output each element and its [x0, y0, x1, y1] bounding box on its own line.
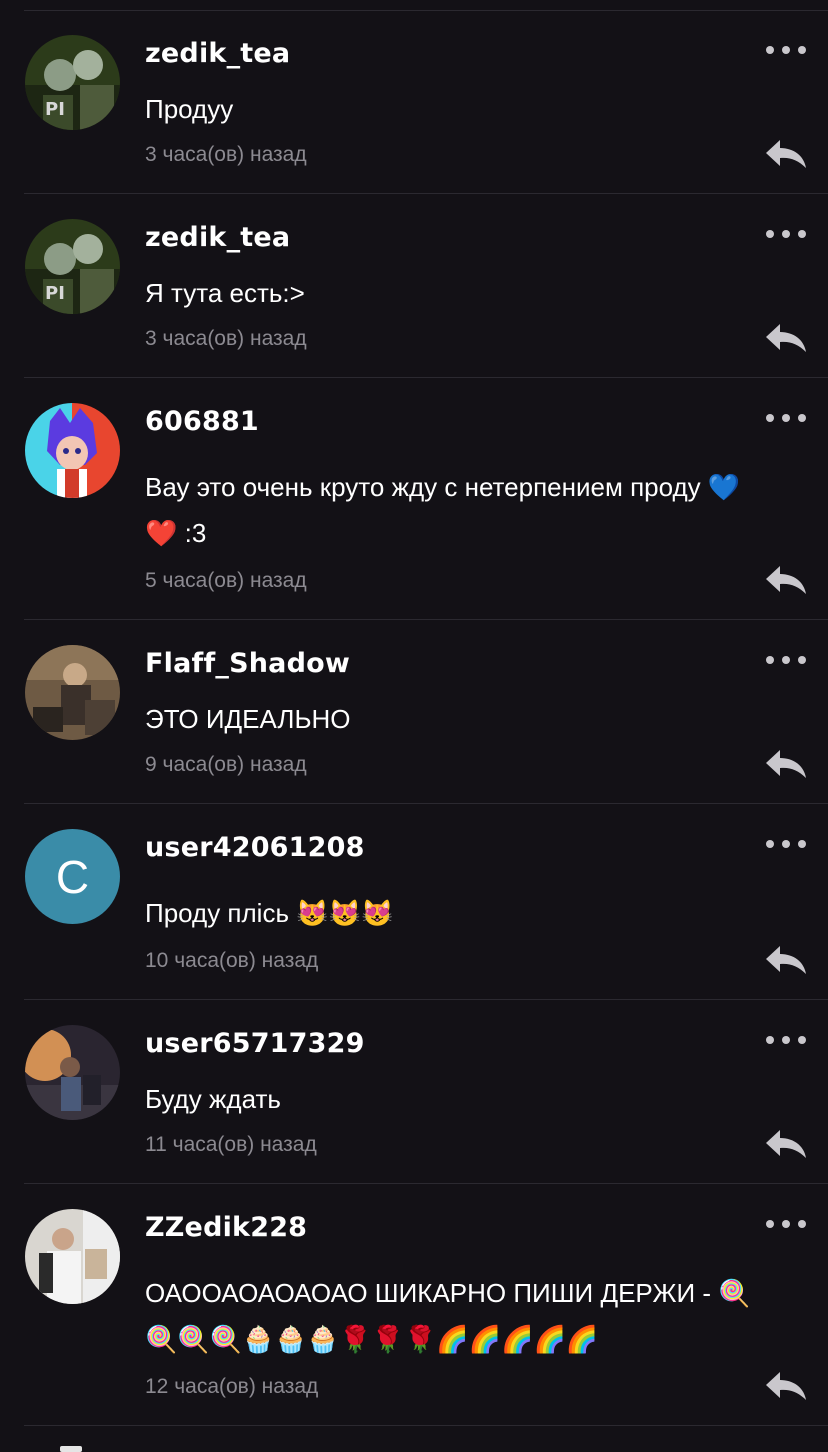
svg-text:PI: PI — [45, 283, 65, 304]
avatar-illustration — [25, 403, 120, 498]
comment-text-line: 🍭🍭🍭🧁🧁🧁🌹🌹🌹🌈🌈🌈🌈🌈 — [145, 1324, 599, 1354]
more-dots-icon[interactable] — [766, 1218, 806, 1230]
avatar[interactable] — [25, 1209, 120, 1304]
more-dots-icon[interactable] — [766, 654, 806, 666]
avatar[interactable] — [25, 645, 120, 740]
reply-arrow-icon[interactable] — [764, 564, 808, 596]
username[interactable]: Flaff_Shadow — [145, 648, 350, 679]
next-comment-avatar-edge — [60, 1446, 82, 1452]
username[interactable]: 606881 — [145, 406, 259, 437]
comment-text: Продуу — [145, 94, 234, 124]
reply-arrow-icon[interactable] — [764, 748, 808, 780]
timestamp: 5 часа(ов) назад — [145, 569, 307, 592]
comment-item: 606881 Вау это очень круто жду с нетерпе… — [0, 378, 828, 620]
comment-item: PI zedik_tea Я тута есть:> 3 часа(ов) на… — [0, 194, 828, 378]
avatar-photo — [25, 1209, 120, 1304]
comment-text-line: ❤️ :3 — [145, 518, 207, 548]
comment-item: Flaff_Shadow ЭТО ИДЕАЛЬНО 9 часа(ов) наз… — [0, 620, 828, 804]
avatar-photo — [25, 645, 120, 740]
timestamp: 3 часа(ов) назад — [145, 143, 307, 166]
comment-item: PI zedik_tea Продуу 3 часа(ов) назад — [0, 10, 828, 194]
timestamp: 11 часа(ов) назад — [145, 1133, 317, 1156]
comment-item: ZZedik228 ОАООАОАОАОАО ШИКАРНО ПИШИ ДЕРЖ… — [0, 1184, 828, 1426]
avatar-photo: PI — [25, 35, 120, 130]
more-dots-icon[interactable] — [766, 412, 806, 424]
avatar[interactable]: PI — [25, 35, 120, 130]
avatar-photo — [25, 1025, 120, 1120]
reply-arrow-icon[interactable] — [764, 322, 808, 354]
avatar-photo: PI — [25, 219, 120, 314]
username[interactable]: user42061208 — [145, 832, 365, 863]
username[interactable]: zedik_tea — [145, 38, 290, 69]
more-dots-icon[interactable] — [766, 44, 806, 56]
divider — [24, 1425, 828, 1426]
username[interactable]: zedik_tea — [145, 222, 290, 253]
svg-text:PI: PI — [45, 99, 65, 120]
comment-item: user65717329 Буду ждать 11 часа(ов) наза… — [0, 1000, 828, 1184]
comment-text: ЭТО ИДЕАЛЬНО — [145, 704, 351, 734]
avatar-letter: C — [55, 850, 90, 903]
letter-avatar[interactable]: C — [25, 829, 120, 924]
reply-arrow-icon[interactable] — [764, 944, 808, 976]
comment-text: Проду плісь 😻😻😻 — [145, 898, 394, 928]
comment-text-line: ОАООАОАОАОАО ШИКАРНО ПИШИ ДЕРЖИ - 🍭 — [145, 1278, 751, 1308]
timestamp: 3 часа(ов) назад — [145, 327, 307, 350]
timestamp: 12 часа(ов) назад — [145, 1375, 319, 1398]
comment-item: C user42061208 Проду плісь 😻😻😻 10 часа(о… — [0, 804, 828, 1000]
avatar[interactable]: PI — [25, 219, 120, 314]
username[interactable]: user65717329 — [145, 1028, 365, 1059]
comment-text: Я тута есть:> — [145, 278, 305, 308]
reply-arrow-icon[interactable] — [764, 1370, 808, 1402]
reply-arrow-icon[interactable] — [764, 1128, 808, 1160]
reply-arrow-icon[interactable] — [764, 138, 808, 170]
more-dots-icon[interactable] — [766, 1034, 806, 1046]
comment-text-line: Вау это очень круто жду с нетерпением пр… — [145, 472, 741, 502]
comment-text: Вау это очень круто жду с нетерпением пр… — [145, 464, 795, 556]
comment-text: Буду ждать — [145, 1084, 281, 1114]
timestamp: 10 часа(ов) назад — [145, 949, 319, 972]
comment-text: ОАООАОАОАОАО ШИКАРНО ПИШИ ДЕРЖИ - 🍭 🍭🍭🍭🧁… — [145, 1270, 795, 1362]
avatar[interactable] — [25, 1025, 120, 1120]
more-dots-icon[interactable] — [766, 838, 806, 850]
username[interactable]: ZZedik228 — [145, 1212, 307, 1243]
comments-feed: PI zedik_tea Продуу 3 часа(ов) назад PI … — [0, 0, 828, 1452]
timestamp: 9 часа(ов) назад — [145, 753, 307, 776]
more-dots-icon[interactable] — [766, 228, 806, 240]
avatar[interactable] — [25, 403, 120, 498]
